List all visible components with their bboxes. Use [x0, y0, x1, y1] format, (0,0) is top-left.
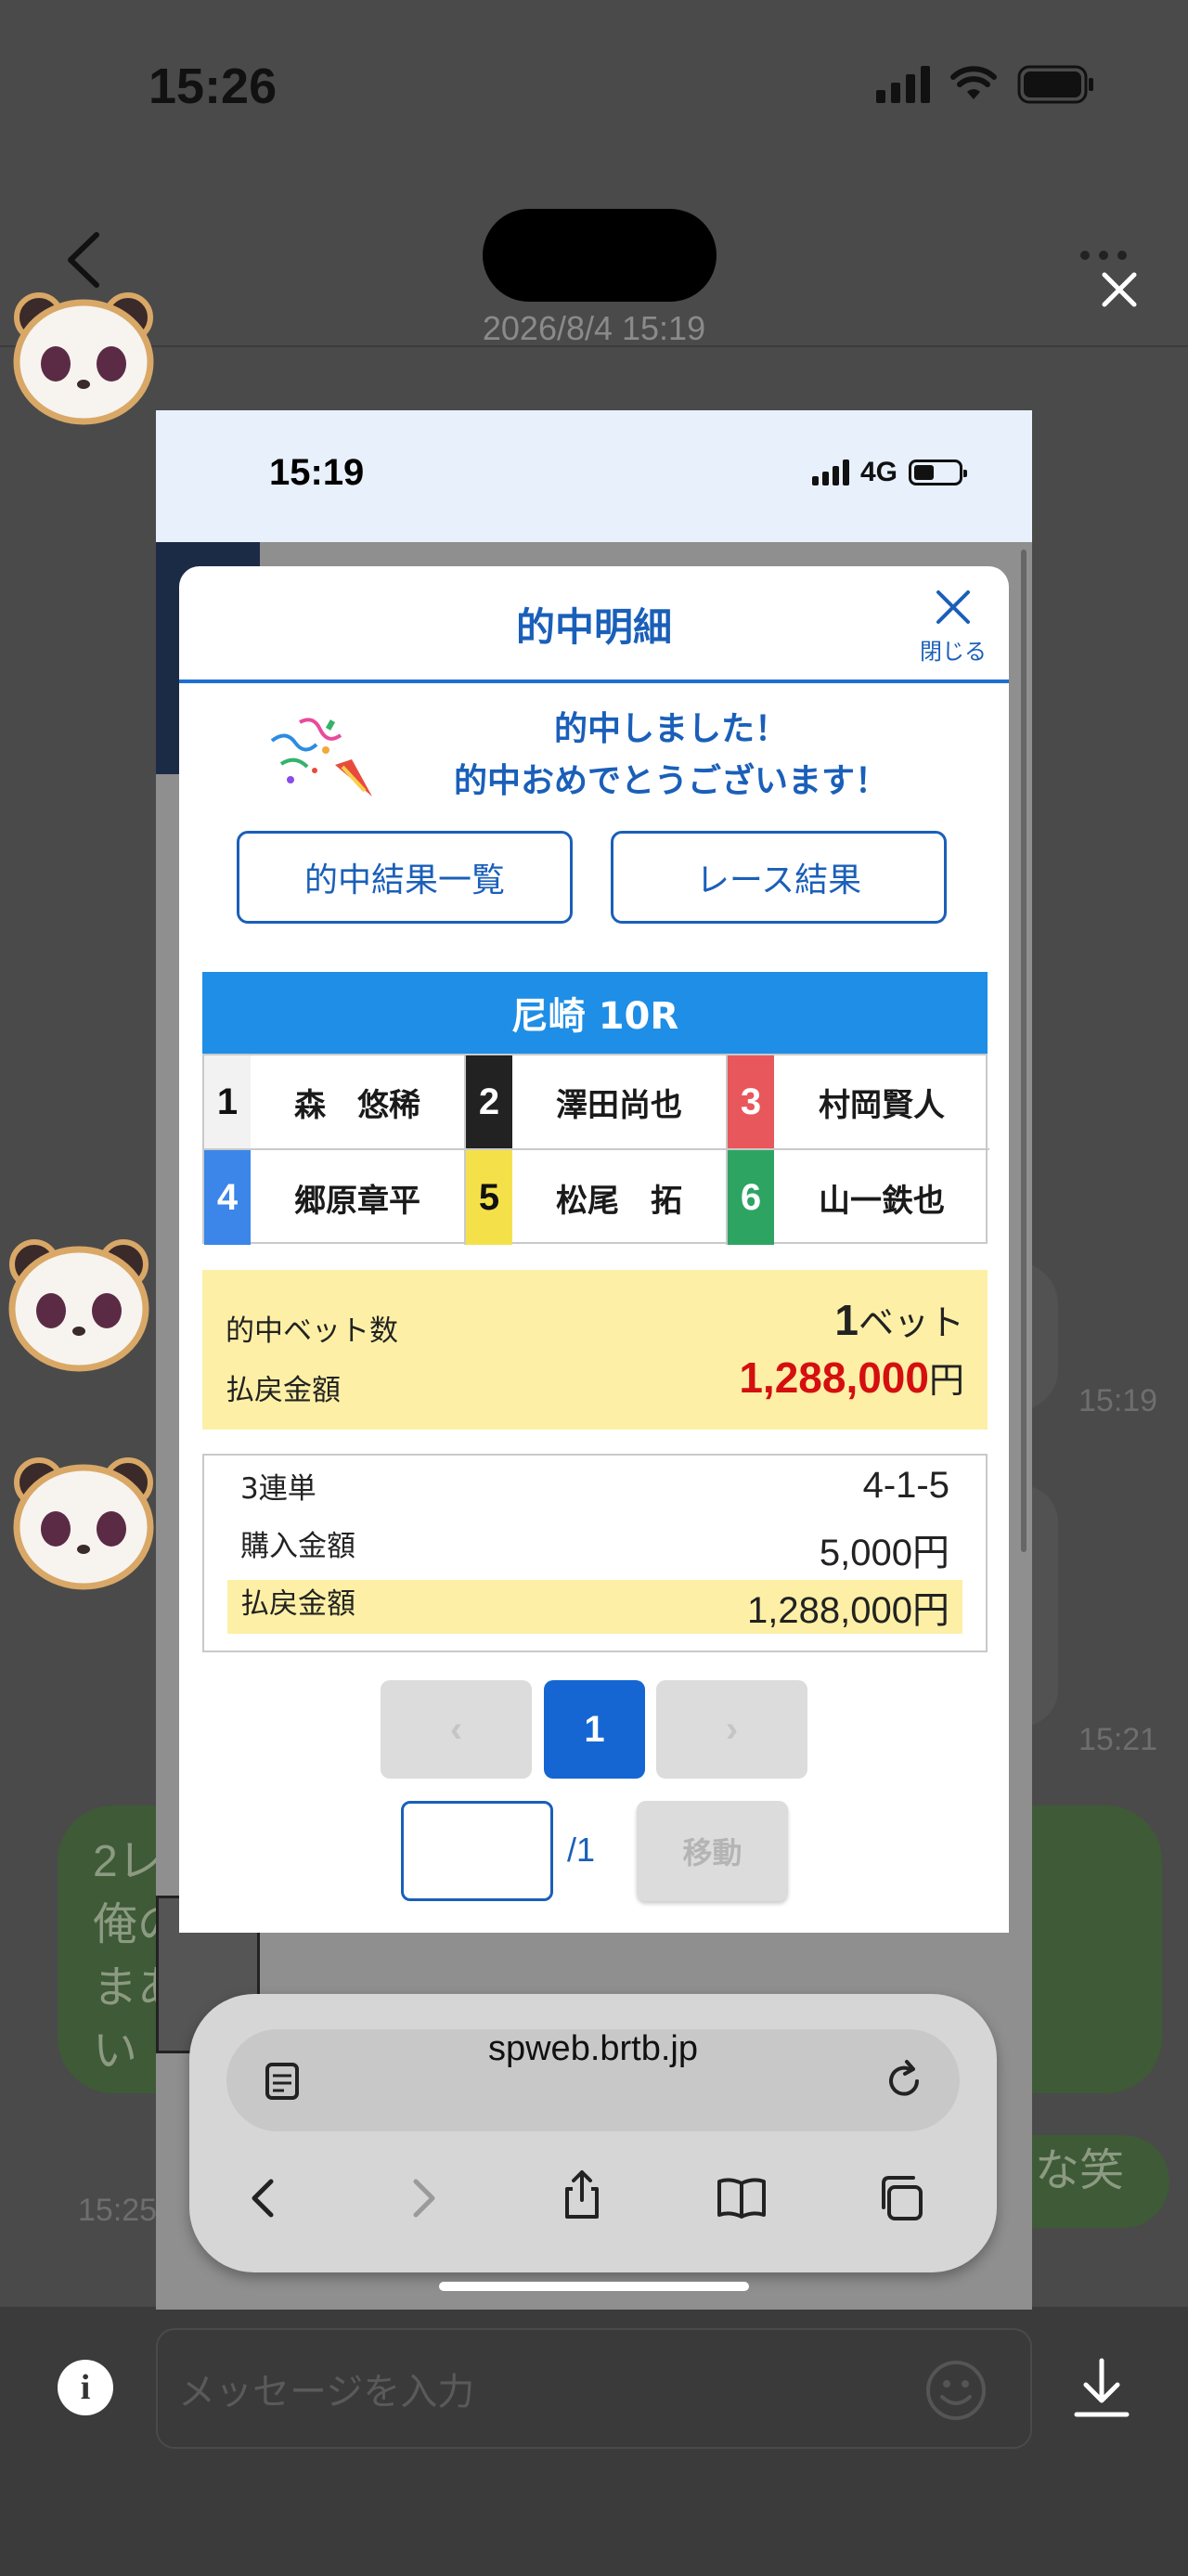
racer-name: 松尾 拓	[556, 1182, 682, 1220]
racer-number: 2	[466, 1055, 512, 1148]
download-icon[interactable]	[1069, 2353, 1134, 2427]
racer-cell: 2 澤田尚也	[466, 1055, 728, 1150]
signal-icon	[876, 66, 930, 103]
racer-number: 1	[204, 1055, 251, 1148]
message-time: 15:25	[78, 2193, 158, 2228]
purchase-value: 5,000円	[819, 1533, 949, 1573]
racer-table: 1 森 悠稀 2 澤田尚也 3 村岡賢人 4 郷原章平 5 松尾 拓 6 山一鉄也	[202, 1054, 989, 1245]
racer-number: 3	[728, 1055, 774, 1148]
scrollbar[interactable]	[1021, 550, 1027, 1552]
page-total: /1	[567, 1831, 596, 1869]
input-placeholder: メッセージを入力	[178, 2372, 475, 2413]
os-clock: 15:26	[148, 58, 278, 114]
payout-value: 1,288,000円	[739, 1353, 964, 1402]
bet-count-value: 1ベット	[834, 1296, 964, 1344]
redacted-chat-name	[483, 209, 717, 302]
bet-type: 3連単	[240, 1472, 316, 1506]
racer-cell: 3 村岡賢人	[728, 1055, 989, 1150]
congrats-message: 的中しました！ 的中おめでとうございます！	[263, 704, 949, 824]
modal-title: 的中明細	[515, 604, 672, 650]
current-page-button[interactable]: 1	[544, 1680, 645, 1779]
move-button[interactable]: 移動	[637, 1801, 788, 1901]
inner-status-icons: 4G	[811, 457, 967, 488]
racer-name: 澤田尚也	[556, 1086, 682, 1124]
message-time: 15:19	[1078, 1383, 1158, 1418]
racer-cell: 1 森 悠稀	[204, 1055, 466, 1150]
congrats-line-2: 的中おめでとうございます！	[453, 762, 888, 800]
race-title: 尼崎 10R	[202, 972, 988, 1054]
back-chevron-icon[interactable]	[58, 227, 113, 292]
racer-number: 4	[204, 1150, 251, 1245]
network-type: 4G	[859, 457, 897, 487]
bet-detail: 3連単 4-1-5 購入金額 5,000円 払戻金額 1,288,000円	[202, 1454, 988, 1652]
next-page-button[interactable]: ›	[656, 1680, 807, 1779]
reload-icon[interactable]	[876, 2053, 932, 2109]
message-text: い	[93, 2026, 138, 2076]
inner-status-bar: 15:19 4G	[156, 410, 1032, 542]
purchase-label: 購入金額	[240, 1530, 355, 1563]
bet-payout-value: 1,288,000円	[747, 1590, 949, 1631]
bet-payout-label: 払戻金額	[240, 1587, 355, 1621]
share-icon[interactable]	[554, 2167, 610, 2222]
message-input[interactable]: メッセージを入力	[156, 2328, 1032, 2449]
close-label: 閉じる	[920, 639, 987, 665]
purchase-row: 購入金額 5,000円	[227, 1522, 962, 1576]
os-status-bar: 15:26	[0, 0, 1188, 176]
racer-name: 森 悠稀	[294, 1086, 420, 1124]
panda-avatar[interactable]	[9, 288, 158, 427]
racer-name: 山一鉄也	[819, 1182, 945, 1220]
address-bar[interactable]: spweb.brtb.jp	[226, 2029, 960, 2131]
signal-icon	[811, 460, 849, 485]
battery-icon	[909, 460, 967, 485]
message-text: 2レ	[93, 1837, 162, 1886]
racer-name: 郷原章平	[294, 1182, 420, 1220]
browser-back-icon[interactable]	[236, 2170, 291, 2226]
party-popper-icon	[270, 718, 372, 796]
racer-cell: 5 松尾 拓	[466, 1150, 728, 1245]
message-time: 15:21	[1078, 1722, 1158, 1757]
racer-number: 6	[728, 1150, 774, 1245]
safari-toolbar: spweb.brtb.jp	[189, 1994, 997, 2272]
header-divider	[0, 345, 1188, 347]
bet-type-row: 3連単 4-1-5	[227, 1465, 962, 1519]
more-options-icon[interactable]	[1080, 251, 1127, 260]
payout-label: 払戻金額	[226, 1374, 341, 1407]
emoji-icon[interactable]	[923, 2358, 988, 2423]
bet-count-label: 的中ベット数	[226, 1314, 398, 1348]
racer-number: 5	[466, 1150, 512, 1245]
modal-close-button[interactable]: 閉じる	[916, 587, 990, 666]
bet-combination: 4-1-5	[862, 1465, 949, 1506]
close-viewer-icon[interactable]	[1099, 269, 1140, 310]
hit-summary: 的中ベット数 1ベット 払戻金額 1,288,000円	[202, 1270, 988, 1430]
message-text: な笑	[1035, 2146, 1125, 2195]
prev-page-button[interactable]: ‹	[381, 1680, 532, 1779]
panda-avatar[interactable]	[9, 1453, 158, 1592]
inner-clock: 15:19	[269, 452, 365, 493]
browser-forward-icon[interactable]	[395, 2170, 451, 2226]
os-status-icons	[876, 65, 1095, 104]
racer-cell: 6 山一鉄也	[728, 1150, 989, 1245]
wifi-icon	[950, 66, 997, 99]
bet-payout-row: 払戻金額 1,288,000円	[227, 1580, 962, 1634]
hit-detail-modal: 的中明細 閉じる 的中しました！ 的中おめでとうございます！ 的中結果一覧 レー…	[179, 566, 1009, 1933]
racer-cell: 4 郷原章平	[204, 1150, 466, 1245]
battery-icon	[1017, 65, 1093, 104]
results-list-button[interactable]: 的中結果一覧	[237, 831, 573, 924]
race-results-button[interactable]: レース結果	[611, 831, 947, 924]
shared-screenshot[interactable]: 15:19 4G 的中明細 閉じる 的中しました！ 的中おめでとうございます！ …	[156, 410, 1032, 2310]
modal-header: 的中明細 閉じる	[179, 566, 1009, 683]
racer-name: 村岡賢人	[819, 1086, 945, 1124]
url-text: spweb.brtb.jp	[487, 2029, 698, 2068]
tabs-icon[interactable]	[874, 2170, 930, 2226]
bookmarks-icon[interactable]	[714, 2170, 769, 2226]
home-indicator	[439, 2282, 749, 2291]
congrats-line-1: 的中しました！	[553, 710, 788, 748]
info-button[interactable]: i	[58, 2360, 113, 2415]
image-timestamp: 2026/8/4 15:19	[482, 309, 706, 347]
close-icon	[936, 590, 970, 624]
panda-avatar[interactable]	[5, 1235, 153, 1374]
page-number-input[interactable]	[401, 1801, 553, 1901]
